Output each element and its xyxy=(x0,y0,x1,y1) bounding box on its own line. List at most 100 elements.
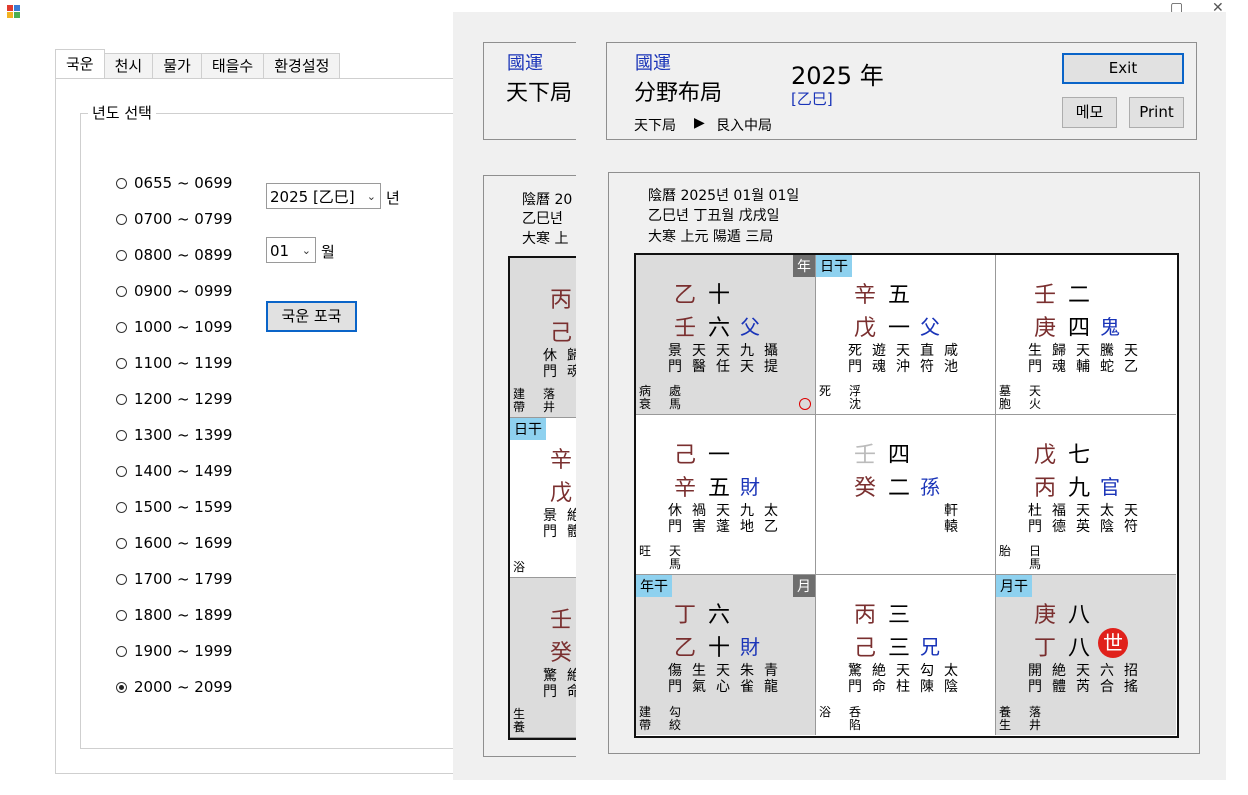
range-radio-13[interactable]: 1900 ~ 1999 xyxy=(116,641,232,661)
relation-label: 父 xyxy=(740,315,760,339)
radio-circle[interactable] xyxy=(116,429,127,441)
back-footer-label: 落井 xyxy=(543,387,556,414)
tab-taeulsu[interactable]: 태을수 xyxy=(200,53,265,78)
range-label: 1800 ~ 1899 xyxy=(134,606,233,624)
footer-row: 旺 天馬 xyxy=(639,545,699,571)
earth-number: 八 xyxy=(1068,636,1091,661)
palace-cell-5[interactable]: 戊七丙九官杜門 福德 天英 太陰 天符胎 日馬 xyxy=(996,415,1176,575)
radio-circle[interactable] xyxy=(116,177,127,189)
radio-circle[interactable] xyxy=(116,285,127,297)
radio-circle[interactable] xyxy=(116,609,127,621)
heaven-number: 五 xyxy=(888,283,911,308)
memo-button[interactable]: 메모 xyxy=(1062,97,1117,128)
palace-cell-8[interactable]: 月干庚八丁八世開門 絶體 天芮 六合 招搖 養生 落井 xyxy=(996,575,1176,735)
pillar-tag: 年 xyxy=(793,255,815,277)
god-label: 天芮 xyxy=(1076,663,1090,695)
tab-mulga[interactable]: 물가 xyxy=(152,53,202,78)
range-radio-0[interactable]: 0655 ~ 0699 xyxy=(116,173,232,193)
palace-cell-7[interactable]: 丙三己三兄驚門 絶命 天柱 勾陳 太陰浴 呑陷 xyxy=(816,575,996,735)
range-radio-2[interactable]: 0800 ~ 0899 xyxy=(116,245,232,265)
ganzhi-date: 乙巳년 丁丑월 戊戌일 xyxy=(648,208,780,224)
palace-cell-0[interactable]: 年乙十壬六父景門 天醫 天任 九天 攝提 病衰 處馬 xyxy=(636,255,816,415)
tab-settings[interactable]: 환경설정 xyxy=(263,53,341,78)
heaven-stem: 戊 xyxy=(1034,443,1057,468)
god-label: 招搖 xyxy=(1124,663,1138,695)
god-label: 生氣 xyxy=(692,663,706,695)
god-label: 騰蛇 xyxy=(1100,343,1114,375)
footer-label: 處馬 xyxy=(669,384,682,411)
range-label: 1500 ~ 1599 xyxy=(134,498,233,516)
gods-row: 傷門 生氣 天心 朱雀 青龍 xyxy=(668,663,788,695)
radio-circle[interactable] xyxy=(116,321,127,333)
range-radio-7[interactable]: 1300 ~ 1399 xyxy=(116,425,232,445)
range-radio-10[interactable]: 1600 ~ 1699 xyxy=(116,533,232,553)
footer-label: 養生 xyxy=(999,705,1012,732)
year-select[interactable]: 2025 [乙巳] ⌄ xyxy=(266,183,381,209)
radio-circle[interactable] xyxy=(116,465,127,477)
gods-row: 休門 禍害 天蓬 九地 太乙 xyxy=(668,503,788,535)
relation-label: 鬼 xyxy=(1100,315,1120,339)
palace-cell-3[interactable]: 己一辛五財休門 禍害 天蓬 九地 太乙旺 天馬 xyxy=(636,415,816,575)
radio-circle[interactable] xyxy=(116,537,127,549)
relation-label: 孫 xyxy=(920,475,940,499)
back-palace-cell-1: 日干辛戊景門絶體浴 xyxy=(510,418,578,578)
print-button[interactable]: Print xyxy=(1129,97,1184,128)
earth-number: 三 xyxy=(888,636,911,661)
palace-cell-1[interactable]: 日干辛五戊一父死門 遊魂 天沖 直符 咸池死 浮沈 xyxy=(816,255,996,415)
tab-cheonsi[interactable]: 천시 xyxy=(103,53,154,78)
heaven-stem: 庚 xyxy=(1034,603,1057,628)
footer-label: 落井 xyxy=(1029,705,1042,732)
radio-circle[interactable] xyxy=(116,357,127,369)
footer-label: 浴 xyxy=(819,705,832,719)
earth-number: 十 xyxy=(708,636,731,661)
radio-circle[interactable] xyxy=(116,501,127,513)
range-radio-1[interactable]: 0700 ~ 0799 xyxy=(116,209,232,229)
range-radio-3[interactable]: 0900 ~ 0999 xyxy=(116,281,232,301)
back-gods-row: 休門歸魂 xyxy=(543,348,578,380)
range-radio-6[interactable]: 1200 ~ 1299 xyxy=(116,389,232,409)
footer-label: 天馬 xyxy=(669,544,682,571)
range-label: 0655 ~ 0699 xyxy=(134,174,233,192)
range-radio-11[interactable]: 1700 ~ 1799 xyxy=(116,569,232,589)
exit-button[interactable]: Exit xyxy=(1062,53,1184,84)
god-label xyxy=(872,503,888,535)
back-board-grid: 丙己休門歸魂建帶落井日干辛戊景門絶體浴壬癸驚門絶命生養 xyxy=(508,256,578,740)
month-select[interactable]: 01 ⌄ xyxy=(266,237,316,263)
palace-cell-6[interactable]: 年干 月丁六乙十財傷門 生氣 天心 朱雀 青龍 建帶 勾絞 xyxy=(636,575,816,735)
god-label xyxy=(896,503,912,535)
palace-cell-4[interactable]: 壬四癸二孫軒轅 xyxy=(816,415,996,575)
radio-circle[interactable] xyxy=(116,393,127,405)
earth-number: 二 xyxy=(888,476,911,501)
radio-circle[interactable] xyxy=(116,249,127,261)
back-title-big: 天下局 xyxy=(506,81,573,106)
back-info-1: 陰曆 20 xyxy=(522,192,573,208)
back-stem-tag: 日干 xyxy=(510,418,546,440)
radio-circle[interactable] xyxy=(116,213,127,225)
range-radio-14[interactable]: 2000 ~ 2099 xyxy=(116,677,232,697)
range-radio-9[interactable]: 1500 ~ 1599 xyxy=(116,497,232,517)
range-radio-5[interactable]: 1100 ~ 1199 xyxy=(116,353,232,373)
footer-label: 胎 xyxy=(999,544,1012,558)
god-label: 太陰 xyxy=(944,663,958,695)
footer-label: 勾絞 xyxy=(669,705,682,732)
radio-circle[interactable] xyxy=(116,573,127,585)
range-label: 1600 ~ 1699 xyxy=(134,534,233,552)
palace-cell-2[interactable]: 壬二庚四鬼生門 歸魂 天輔 騰蛇 天乙 墓胞 天火 xyxy=(996,255,1176,415)
marker-ring-icon xyxy=(799,398,811,410)
range-radio-8[interactable]: 1400 ~ 1499 xyxy=(116,461,232,481)
god-label: 驚門 xyxy=(848,663,862,695)
radio-circle[interactable] xyxy=(116,645,127,657)
front-year-ganzhi: [乙巳] xyxy=(791,90,833,108)
earth-number: 一 xyxy=(888,316,911,341)
god-label: 傷門 xyxy=(668,663,682,695)
radio-circle[interactable] xyxy=(116,681,127,693)
lunar-date: 陰曆 2025년 01월 01일 xyxy=(648,188,800,204)
range-radio-4[interactable]: 1000 ~ 1099 xyxy=(116,317,232,337)
tab-national[interactable]: 국운 xyxy=(55,49,105,78)
heaven-stem: 壬 xyxy=(854,443,877,468)
calc-button[interactable]: 국운 포국 xyxy=(266,301,357,332)
range-radio-12[interactable]: 1800 ~ 1899 xyxy=(116,605,232,625)
footer-row: 浴 呑陷 xyxy=(819,706,879,732)
god-label xyxy=(920,503,936,535)
footer-row: 胎 日馬 xyxy=(999,545,1059,571)
